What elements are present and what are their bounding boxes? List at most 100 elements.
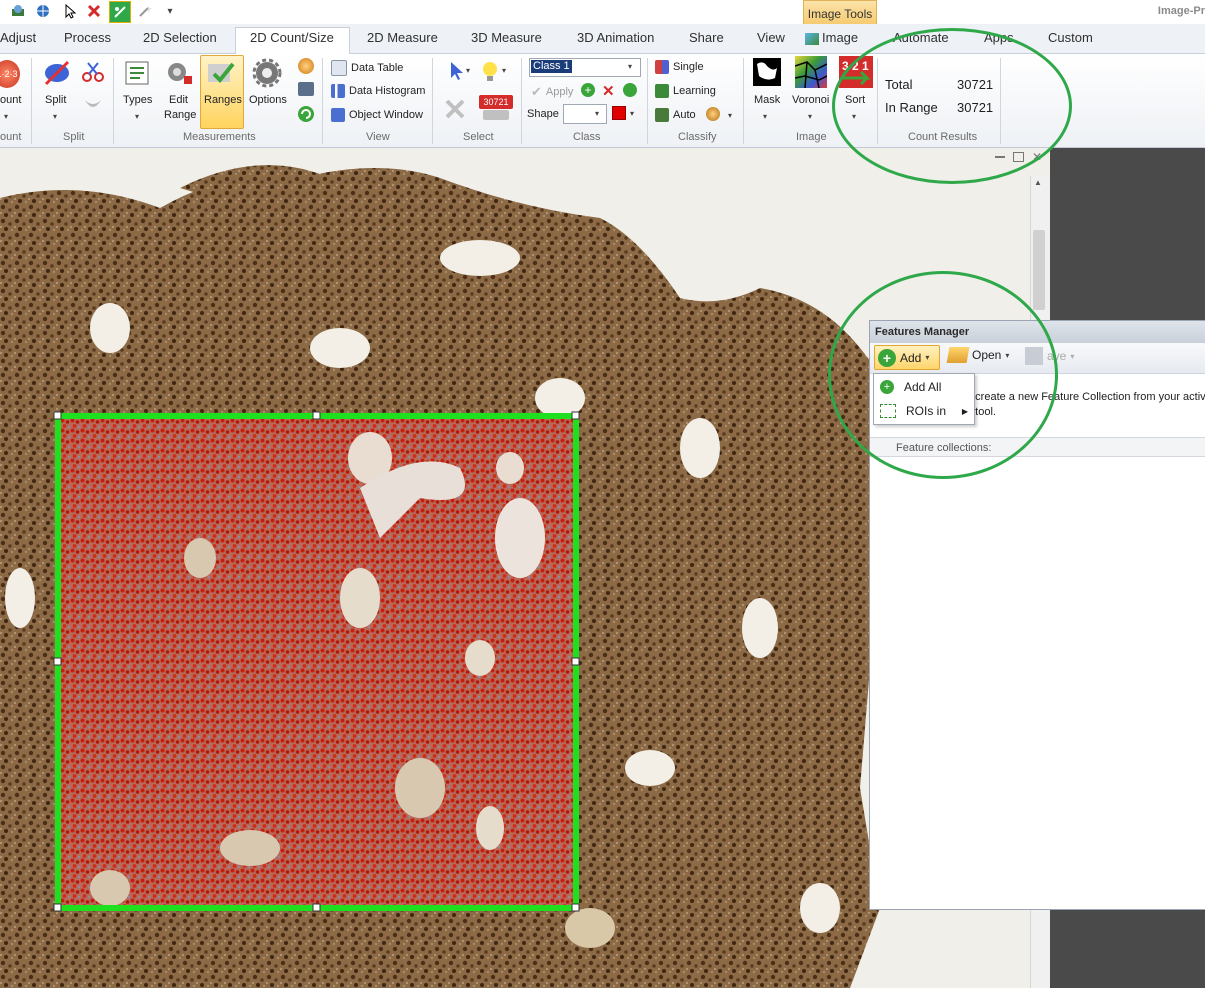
auto-label: Auto [673,109,696,121]
group-separator [31,58,32,144]
clear-selection-icon[interactable] [444,98,466,120]
group-separator [113,58,114,144]
scrollbar-thumb[interactable] [1033,230,1045,310]
count-badge[interactable]: 30721 [479,95,513,109]
merge-icon[interactable] [82,96,104,116]
wand-icon[interactable] [137,3,153,19]
split-dropdown-icon[interactable]: ▾ [53,112,57,121]
types-icon[interactable] [123,58,153,88]
lightbulb-dropdown-icon[interactable]: ▾ [502,66,506,75]
image-tab-icon [805,33,819,45]
class-color-swatch[interactable] [612,106,626,120]
voronoi-dropdown-icon[interactable]: ▾ [808,112,812,121]
roi-handle[interactable] [53,657,62,666]
split-icon[interactable] [42,58,72,88]
voronoi-icon[interactable] [794,56,828,89]
context-tab-image-tools[interactable]: Image Tools [803,0,877,27]
data-table-icon [331,60,347,76]
qat-dropdown-icon[interactable]: ▾ [162,3,178,19]
color-dropdown-icon[interactable]: ▾ [630,109,634,118]
roi-handle[interactable] [571,903,580,912]
auto-settings-icon[interactable] [706,107,720,121]
select-group-label: Select [463,131,494,143]
split-button-label[interactable]: Split [45,94,66,106]
roi-handle[interactable] [571,411,580,420]
edit-range-label-2[interactable]: Range [164,109,196,121]
tab-process[interactable]: Process [64,30,111,45]
ranges-button-label[interactable]: Ranges [204,94,242,106]
tab-3d-measure[interactable]: 3D Measure [471,30,542,45]
classify-auto-button[interactable]: Auto [655,108,696,122]
split-group-label: Split [63,131,85,143]
data-histogram-label: Data Histogram [349,85,426,97]
single-label: Single [673,61,704,73]
scroll-up-icon[interactable]: ▲ [1034,178,1042,187]
roi-handle[interactable] [53,411,62,420]
auto-icon [655,108,669,122]
lightbulb-icon[interactable] [478,58,502,84]
data-table-label: Data Table [351,62,404,74]
types-button-label[interactable]: Types [123,94,152,106]
shape-label-text: Shape [527,108,559,120]
tab-2d-selection[interactable]: 2D Selection [143,30,217,45]
learning-label: Learning [673,85,716,97]
shape-dropdown-icon[interactable]: ▾ [595,109,599,118]
count-group-label: ount [0,131,22,143]
globe-icon[interactable] [35,3,51,19]
apply-label: Apply [545,86,574,98]
voronoi-button-label[interactable]: Voronoi [792,94,829,106]
group-separator [432,58,433,144]
class-select-dropdown-icon[interactable]: ▾ [628,62,632,71]
count-button-label[interactable]: ount [0,94,21,106]
app-title: Image-Pr [1157,5,1205,17]
tab-custom[interactable]: Custom [1048,30,1093,45]
tab-share[interactable]: Share [689,30,724,45]
single-icon [655,60,669,74]
annotation-ring [828,271,1058,479]
data-table-button[interactable]: Data Table [331,60,403,76]
edit-range-icon[interactable] [164,58,194,88]
remove-class-icon[interactable]: ✕ [602,82,615,100]
delete-icon[interactable] [86,3,102,19]
roi-handle[interactable] [53,903,62,912]
roi-handle[interactable] [312,411,321,420]
mask-button-label[interactable]: Mask [754,94,780,106]
mask-dropdown-icon[interactable]: ▾ [763,112,767,121]
export-icon[interactable] [298,82,314,96]
refresh-icon[interactable] [298,106,314,122]
types-dropdown-icon[interactable]: ▾ [135,112,139,121]
tab-3d-animation[interactable]: 3D Animation [577,30,654,45]
scissors-icon[interactable] [82,60,104,82]
tab-2d-measure[interactable]: 2D Measure [367,30,438,45]
tab-image[interactable]: Image [822,30,858,45]
tab-view[interactable]: View [757,30,785,45]
ranges-icon[interactable] [206,58,236,88]
select-pointer-icon[interactable] [446,60,468,82]
object-window-button[interactable]: Object Window [331,108,423,122]
title-bar [0,0,1205,25]
tab-adjust[interactable]: Adjust [0,30,36,45]
cycle-class-icon[interactable] [623,83,637,97]
tool-active-icon[interactable] [109,1,131,23]
options-button-label[interactable]: Options [249,94,287,106]
auto-dropdown-icon[interactable]: ▾ [728,111,732,120]
data-histogram-button[interactable]: Data Histogram [331,84,425,98]
measure-color-icon[interactable] [298,58,314,74]
apply-check-icon: ✔ [531,84,542,99]
classify-single-button[interactable]: Single [655,60,704,74]
pointer-icon[interactable] [62,3,78,19]
roi-handle[interactable] [312,903,321,912]
quick-access-icon[interactable] [10,3,26,19]
add-class-icon[interactable]: + [581,83,595,97]
shape-select[interactable] [563,104,607,124]
roi-handle[interactable] [571,657,580,666]
apply-button[interactable]: ✔ Apply [531,84,573,100]
tab-2d-count-size[interactable]: 2D Count/Size [250,30,334,45]
select-pointer-dropdown-icon[interactable]: ▾ [466,66,470,75]
classify-learning-button[interactable]: Learning [655,84,716,98]
count-dropdown-icon[interactable]: ▾ [4,112,8,121]
image-group-label: Image [796,131,827,143]
mask-icon[interactable] [753,58,781,86]
edit-range-label-1[interactable]: Edit [169,94,188,106]
options-icon[interactable] [252,58,282,88]
